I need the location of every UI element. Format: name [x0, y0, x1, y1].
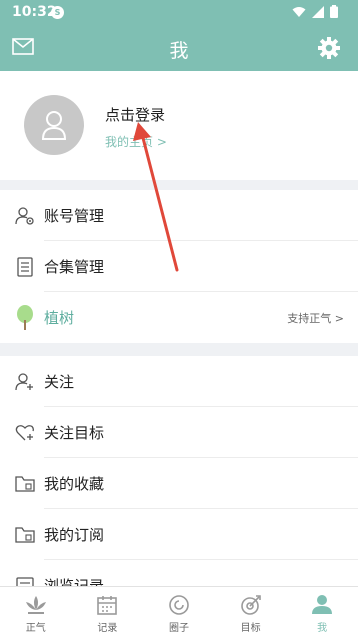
- gear-icon[interactable]: [317, 36, 341, 64]
- document-icon: [15, 256, 35, 277]
- login-link[interactable]: 点击登录: [105, 104, 165, 125]
- menu-group-account: 账号管理 合集管理 植树 支持正气 >: [0, 190, 358, 343]
- user-avatar-icon: [41, 111, 67, 140]
- status-time: 10:32: [12, 4, 57, 20]
- menu-item-label: 我的订阅: [44, 526, 105, 544]
- target-icon: [240, 595, 261, 615]
- tab-circles[interactable]: 圈子: [143, 587, 215, 636]
- app-bar: 我: [0, 25, 358, 71]
- tab-label: 正气: [25, 623, 46, 634]
- user-plus-icon: [15, 372, 35, 392]
- tab-goals[interactable]: 目标: [215, 587, 287, 636]
- menu-item-label: 植树: [44, 309, 75, 327]
- folder-icon: [15, 525, 35, 545]
- battery-icon: [330, 5, 338, 18]
- notification-badge: S: [51, 6, 64, 19]
- menu-item-account-management[interactable]: 账号管理: [0, 190, 358, 241]
- profile-card[interactable]: 点击登录 我的主页 >: [0, 71, 358, 180]
- system-icons: [292, 5, 338, 18]
- menu-item-collection-management[interactable]: 合集管理: [0, 241, 358, 292]
- lotus-icon: [25, 596, 46, 614]
- tab-zhengqi[interactable]: 正气: [0, 587, 72, 636]
- user-gear-icon: [15, 206, 35, 226]
- calendar-icon: [97, 596, 118, 615]
- avatar[interactable]: [24, 95, 84, 155]
- menu-item-subscriptions[interactable]: 我的订阅: [0, 509, 358, 560]
- page-title: 我: [169, 40, 189, 62]
- tab-label: 我: [317, 623, 328, 634]
- circle-icon: [169, 595, 189, 615]
- menu-item-favorites[interactable]: 我的收藏: [0, 458, 358, 509]
- wifi-icon: [292, 6, 306, 17]
- menu-group-social: 关注 关注目标 我的收藏 我的订阅 浏览记录: [0, 356, 358, 611]
- tab-me[interactable]: 我: [286, 587, 358, 636]
- status-bar: 10:32 S: [0, 0, 358, 25]
- tab-records[interactable]: 记录: [72, 587, 144, 636]
- tab-label: 记录: [97, 623, 118, 634]
- tree-icon: [15, 304, 35, 330]
- menu-item-label: 账号管理: [44, 207, 105, 225]
- tab-label: 目标: [240, 623, 261, 634]
- tab-label: 圈子: [168, 623, 189, 634]
- menu-item-label: 关注: [44, 373, 75, 391]
- menu-item-label: 我的收藏: [44, 475, 105, 493]
- menu-item-follow[interactable]: 关注: [0, 356, 358, 407]
- menu-item-plant-tree[interactable]: 植树 支持正气 >: [0, 292, 358, 343]
- folder-icon: [15, 474, 35, 494]
- menu-item-label: 关注目标: [44, 424, 105, 442]
- signal-icon: [312, 5, 324, 18]
- support-link[interactable]: 支持正气 >: [287, 310, 344, 326]
- bottom-nav: 正气 记录 圈子 目标 我: [0, 586, 358, 636]
- menu-item-label: 合集管理: [44, 258, 105, 276]
- my-homepage-link[interactable]: 我的主页 >: [105, 133, 167, 150]
- menu-item-follow-goals[interactable]: 关注目标: [0, 407, 358, 458]
- heart-plus-icon: [15, 423, 35, 443]
- person-icon: [312, 595, 333, 614]
